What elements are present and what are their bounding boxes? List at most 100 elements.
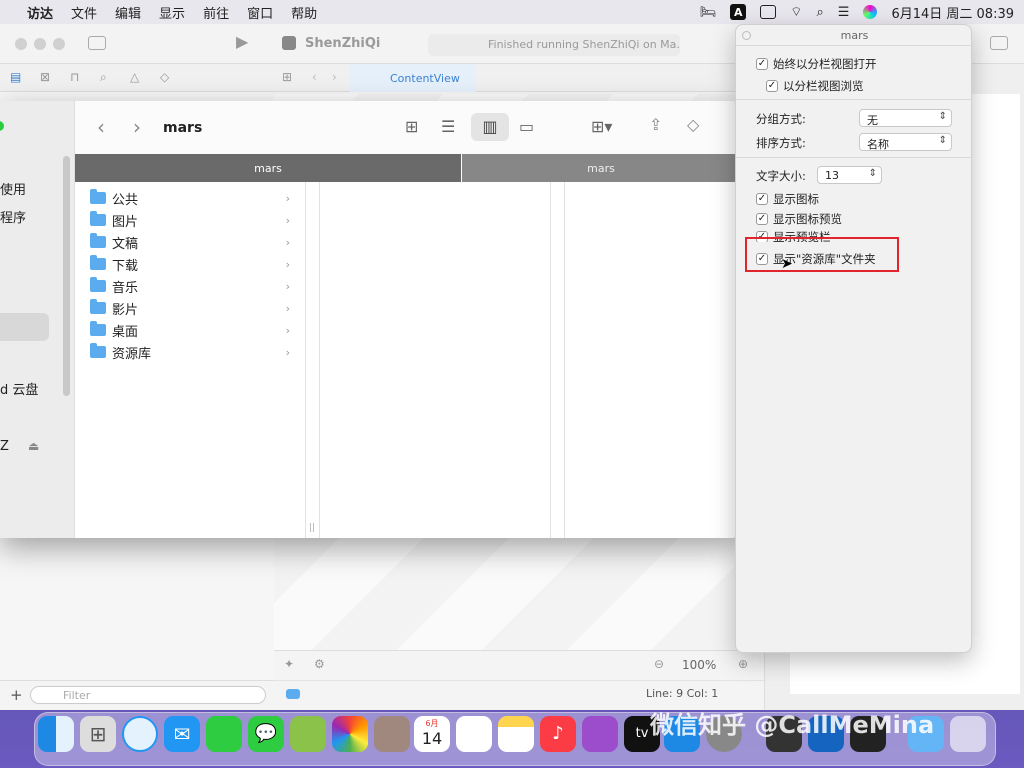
browse-column-checkbox[interactable]: ✓ 以分栏视图浏览 [766, 78, 864, 94]
text-size-label: 文字大小: [756, 169, 806, 183]
tab-contentview[interactable]: ContentView [350, 64, 476, 92]
downloads-folder-icon [90, 255, 106, 270]
menu-view[interactable]: 显示 [150, 3, 194, 22]
sidebar-selected-item[interactable] [0, 313, 49, 341]
status-area: 🛏 A ⌔ ⌕ ☰ 6月14日 周二 08:39 [700, 3, 1024, 22]
music-icon[interactable]: ♪ [540, 716, 576, 752]
list-item[interactable]: 下载 › [90, 253, 298, 275]
inspector-toggle-icon[interactable] [990, 36, 1008, 50]
list-item[interactable]: 影片 › [90, 297, 298, 319]
menu-window[interactable]: 窗口 [238, 3, 282, 22]
issue-icon[interactable]: △ [130, 70, 139, 84]
menu-file[interactable]: 文件 [62, 3, 106, 22]
back-icon[interactable]: ‹ [97, 115, 105, 139]
minimize-button[interactable] [34, 38, 46, 50]
folder-icon [90, 211, 106, 226]
hierarchy-icon[interactable]: ⊓ [70, 70, 79, 84]
test-icon[interactable]: ◇ [160, 70, 169, 84]
trash-icon[interactable] [950, 716, 986, 752]
panel-title: mars [840, 29, 869, 42]
input-source-icon[interactable]: A [730, 4, 747, 20]
menu-clock[interactable]: 6月14日 周二 08:39 [891, 3, 1014, 22]
sidebar-item-fragment[interactable]: Z [0, 439, 9, 454]
column-view-icon[interactable]: ▥ [471, 113, 509, 141]
source-control-icon[interactable]: ⊠ [40, 70, 50, 84]
tag-icon[interactable]: ◇ [687, 115, 699, 134]
column-divider[interactable] [550, 182, 551, 538]
messages-icon[interactable]: 💬 [248, 716, 284, 752]
gallery-view-icon[interactable]: ▭ [519, 117, 534, 136]
siri-icon[interactable] [863, 5, 878, 19]
wifi-icon[interactable]: ⌔ [790, 4, 802, 20]
eject-icon[interactable]: ⏏ [28, 439, 39, 453]
bed-icon[interactable]: 🛏 [700, 5, 717, 20]
show-icon-preview-checkbox[interactable]: ✓ 显示图标预览 [756, 211, 842, 227]
sidebar-item-fragment[interactable]: d 云盘 [0, 379, 38, 398]
launchpad-icon[interactable]: ⊞ [80, 716, 116, 752]
screen-mirror-icon[interactable] [760, 5, 777, 19]
show-icons-checkbox[interactable]: ✓ 显示图标 [756, 191, 819, 207]
menu-go[interactable]: 前往 [194, 3, 238, 22]
podcasts-icon[interactable] [582, 716, 618, 752]
zoom-in-icon[interactable]: ⊕ [738, 657, 748, 671]
close-button[interactable] [15, 38, 27, 50]
line-col-indicator: Line: 9 Col: 1 [646, 687, 719, 700]
zoom-out-icon[interactable]: ⊖ [654, 657, 664, 671]
list-view-icon[interactable]: ☰ [441, 117, 455, 136]
chevron-right-icon: › [285, 345, 290, 359]
chevron-right-icon: › [285, 323, 290, 337]
text-size-select[interactable]: 13 [817, 166, 882, 184]
search-icon[interactable]: ⌕ [817, 5, 824, 20]
chevron-right-icon: › [285, 191, 290, 205]
reminders-icon[interactable] [456, 716, 492, 752]
mail-icon[interactable]: ✉ [164, 716, 200, 752]
always-open-column-checkbox[interactable]: ✓ 始终以分栏视图打开 [756, 56, 877, 72]
forward-icon[interactable]: › [133, 115, 141, 139]
facetime-icon[interactable] [206, 716, 242, 752]
menu-finder[interactable]: 访达 [18, 3, 62, 22]
list-item[interactable]: 音乐 › [90, 275, 298, 297]
safari-icon[interactable] [122, 716, 158, 752]
filter-input[interactable]: Filter [30, 686, 266, 704]
menu-help[interactable]: 帮助 [282, 3, 326, 22]
contacts-icon[interactable] [374, 716, 410, 752]
folder-navigator-icon[interactable]: ▤ [10, 70, 21, 84]
list-item[interactable]: 桌面 › [90, 319, 298, 341]
sidebar-toggle-icon[interactable] [88, 36, 106, 50]
calendar-icon[interactable]: 6月 14 [414, 716, 450, 752]
add-icon[interactable]: + [10, 686, 23, 704]
resize-handle-icon[interactable]: || [309, 523, 315, 533]
calendar-month: 6月 [425, 719, 439, 728]
run-icon[interactable]: ▶ [236, 32, 248, 51]
group-icon[interactable]: ⊞▾ [591, 117, 612, 136]
maps-icon[interactable] [290, 716, 326, 752]
sort-by-select[interactable]: 名称 [859, 133, 952, 151]
notes-icon[interactable] [498, 716, 534, 752]
group-by-label: 分组方式: [756, 112, 806, 126]
back-icon[interactable]: ‹ [312, 70, 317, 84]
pin-icon[interactable]: ✦ [284, 657, 294, 671]
app-icon [282, 36, 296, 50]
grid-icon[interactable]: ⊞ [282, 70, 292, 84]
forward-icon[interactable]: › [332, 70, 337, 84]
column-divider[interactable] [305, 182, 306, 538]
share-icon[interactable]: ⇪ [649, 115, 662, 134]
sidebar-item-fragment[interactable]: 使用 [0, 179, 26, 198]
list-item[interactable]: 公共 › [90, 187, 298, 209]
icon-view-icon[interactable]: ⊞ [405, 117, 418, 136]
zoom-button[interactable] [53, 38, 65, 50]
group-by-select[interactable]: 无 [859, 109, 952, 127]
menu-edit[interactable]: 编辑 [106, 3, 150, 22]
adjust-icon[interactable]: ⚙ [314, 657, 325, 671]
list-item[interactable]: 资源库 › [90, 341, 298, 363]
sidebar-item-fragment[interactable]: 程序 [0, 207, 26, 226]
control-center-icon[interactable]: ☰ [838, 5, 850, 20]
find-icon[interactable]: ⌕ [100, 70, 107, 85]
list-item[interactable]: 图片 › [90, 209, 298, 231]
project-title: ShenZhiQi [305, 36, 381, 51]
finder-icon[interactable] [38, 716, 74, 752]
list-item[interactable]: 文稿 › [90, 231, 298, 253]
zoom-level[interactable]: 100% [682, 658, 716, 672]
photos-icon[interactable] [332, 716, 368, 752]
sidebar-scrollbar[interactable] [63, 156, 70, 396]
